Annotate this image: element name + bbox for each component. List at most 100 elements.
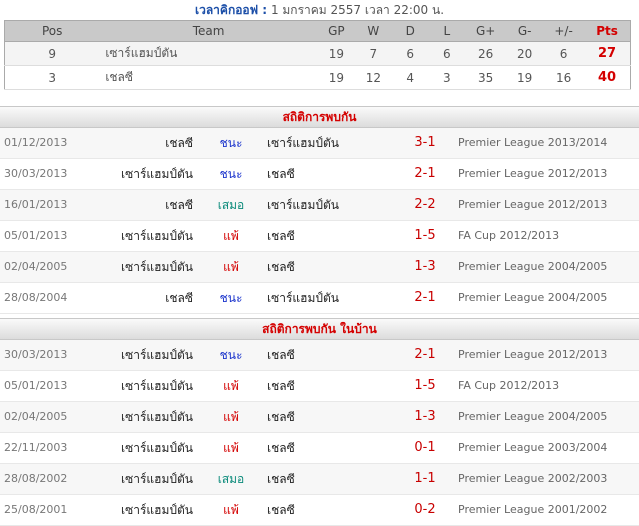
standings-table: Pos Team GP W D L G+ G- +/- Pts 9 เซาร์แ… (4, 20, 632, 90)
away-team: เชลซี (267, 260, 295, 274)
header-gf: G+ (465, 20, 507, 42)
kickoff-value: 1 มกราคม 2557 เวลา 22:00 น. (270, 3, 445, 17)
match-result: แพ้ (223, 410, 239, 424)
competition: Premier League 2004/2005 (458, 410, 608, 423)
home-team: เชลซี (165, 291, 193, 305)
competition: Premier League 2013/2014 (458, 136, 608, 149)
competition: FA Cup 2012/2013 (458, 229, 560, 242)
match-score: 2-1 (414, 166, 436, 181)
team-cell: เชลซี (99, 65, 318, 90)
header-w: W (354, 20, 392, 42)
competition: Premier League 2012/2013 (458, 198, 608, 211)
competition: Premier League 2012/2013 (458, 167, 608, 180)
match-row: 05/01/2013 เซาร์แฮมป์ตัน แพ้ เชลซี 1-5 FA Cup… (0, 371, 639, 402)
home-team: เชลซี (165, 136, 193, 150)
home-team: เซาร์แฮมป์ตัน (120, 167, 193, 181)
match-result: แพ้ (223, 229, 239, 243)
match-result: ชนะ (219, 167, 243, 181)
pts-cell: 40 (584, 65, 632, 90)
competition: Premier League 2003/2004 (458, 441, 608, 454)
match-score: 1-3 (414, 409, 436, 424)
match-row: 28/08/2002 เซาร์แฮมป์ตัน เสมอ เชลซี 1-1 Premi… (0, 464, 639, 495)
match-result: แพ้ (223, 503, 239, 517)
home-team: เซาร์แฮมป์ตัน (120, 410, 193, 424)
match-date: 16/01/2013 (4, 198, 68, 211)
gp-cell: 19 (317, 65, 355, 90)
home-team: เซาร์แฮมป์ตัน (120, 229, 193, 243)
match-score: 1-3 (414, 259, 436, 274)
match-result: ชนะ (219, 348, 243, 362)
away-team: เซาร์แฮมป์ตัน (267, 291, 340, 305)
header-pos: Pos (4, 20, 100, 42)
header-gp: GP (317, 20, 355, 42)
match-result: เสมอ (217, 198, 245, 212)
gf-cell: 35 (465, 65, 507, 90)
team-cell: เซาร์แฮมป์ตัน (99, 41, 318, 66)
match-score: 2-1 (414, 347, 436, 362)
match-score: 2-1 (414, 290, 436, 305)
match-result: แพ้ (223, 441, 239, 455)
header-ga: G- (506, 20, 544, 42)
match-row: 30/03/2013 เซาร์แฮมป์ตัน ชนะ เชลซี 2-1 Premie… (0, 159, 639, 190)
l-cell: 6 (428, 41, 466, 66)
away-team: เซาร์แฮมป์ตัน (267, 136, 340, 150)
home-team: เซาร์แฮมป์ตัน (120, 260, 193, 274)
away-team: เซาร์แฮมป์ตัน (267, 198, 340, 212)
d-cell: 6 (391, 41, 429, 66)
competition: Premier League 2004/2005 (458, 291, 608, 304)
home-team: เซาร์แฮมป์ตัน (120, 472, 193, 486)
header-d: D (391, 20, 429, 42)
match-score: 0-2 (414, 502, 436, 517)
match-score: 1-1 (414, 471, 436, 486)
match-row: 25/08/2001 เซาร์แฮมป์ตัน แพ้ เชลซี 0-2 Premie… (0, 495, 639, 526)
ga-cell: 19 (506, 65, 544, 90)
w-cell: 7 (354, 41, 392, 66)
competition: Premier League 2012/2013 (458, 348, 608, 361)
match-date: 28/08/2002 (4, 472, 68, 485)
away-team: เชลซี (267, 229, 295, 243)
match-row: 05/01/2013 เซาร์แฮมป์ตัน แพ้ เชลซี 1-5 FA Cup… (0, 221, 639, 252)
match-date: 30/03/2013 (4, 348, 68, 361)
gp-cell: 19 (317, 41, 355, 66)
home-team: เซาร์แฮมป์ตัน (120, 503, 193, 517)
h2h-home-list: 30/03/2013 เซาร์แฮมป์ตัน ชนะ เชลซี 2-1 Premie… (0, 340, 639, 526)
header-l: L (428, 20, 466, 42)
competition: FA Cup 2012/2013 (458, 379, 560, 392)
h2h-list: 01/12/2013 เชลซี ชนะ เซาร์แฮมป์ตัน 3-1 Premie… (0, 128, 639, 314)
pos-cell: 3 (4, 65, 100, 90)
match-row: 30/03/2013 เซาร์แฮมป์ตัน ชนะ เชลซี 2-1 Premie… (0, 340, 639, 371)
match-date: 30/03/2013 (4, 167, 68, 180)
match-score: 1-5 (414, 228, 436, 243)
match-result: ชนะ (219, 291, 243, 305)
away-team: เชลซี (267, 167, 295, 181)
away-team: เชลซี (267, 410, 295, 424)
match-row: 02/04/2005 เซาร์แฮมป์ตัน แพ้ เชลซี 1-3 Premie… (0, 252, 639, 283)
gf-cell: 26 (465, 41, 507, 66)
match-score: 3-1 (414, 135, 436, 150)
away-team: เชลซี (267, 503, 295, 517)
match-score: 2-2 (414, 197, 436, 212)
match-date: 22/11/2003 (4, 441, 68, 454)
standings-row: 9 เซาร์แฮมป์ตัน 19 7 6 6 26 20 6 27 (4, 41, 632, 66)
pts-cell: 27 (584, 41, 632, 66)
kickoff-info: เวลาคิกออฟ : 1 มกราคม 2557 เวลา 22:00 น. (0, 0, 639, 20)
match-result: เสมอ (217, 472, 245, 486)
away-team: เชลซี (267, 379, 295, 393)
d-cell: 4 (391, 65, 429, 90)
match-date: 05/01/2013 (4, 229, 68, 242)
match-result: ชนะ (219, 136, 243, 150)
match-date: 02/04/2005 (4, 260, 68, 273)
h2h-home-section-title: สถิติการพบกัน ในบ้าน (0, 318, 639, 340)
ga-cell: 20 (506, 41, 544, 66)
home-team: เซาร์แฮมป์ตัน (120, 441, 193, 455)
away-team: เชลซี (267, 348, 295, 362)
l-cell: 3 (428, 65, 466, 90)
header-pts: Pts (584, 20, 632, 42)
competition: Premier League 2002/2003 (458, 472, 608, 485)
standings-header-row: Pos Team GP W D L G+ G- +/- Pts (4, 20, 632, 42)
competition: Premier League 2001/2002 (458, 503, 608, 516)
match-row: 01/12/2013 เชลซี ชนะ เซาร์แฮมป์ตัน 3-1 Premie… (0, 128, 639, 159)
match-date: 02/04/2005 (4, 410, 68, 423)
away-team: เชลซี (267, 472, 295, 486)
h2h-section-title: สถิติการพบกัน (0, 106, 639, 128)
